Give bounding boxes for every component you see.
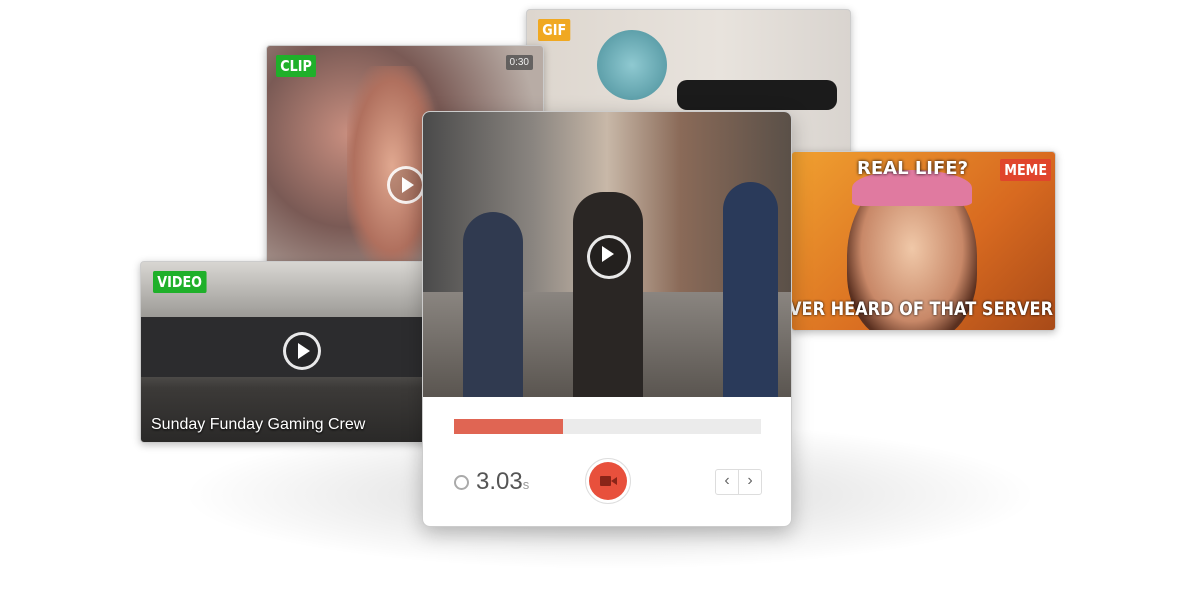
preview-person — [573, 192, 643, 397]
clip-duration: 0:30 — [505, 55, 533, 70]
video-camera-icon — [600, 476, 611, 486]
play-icon[interactable] — [387, 166, 425, 204]
time-value: 3.03 — [476, 468, 523, 495]
progress-fill — [454, 419, 563, 434]
video-caption: Sunday Funday Gaming Crew — [151, 416, 366, 433]
chevron-right-icon[interactable]: › — [739, 470, 761, 494]
record-button[interactable] — [585, 458, 631, 504]
meme-top-text: REAL LIFE? — [857, 158, 969, 179]
clip-badge: CLIP — [276, 55, 317, 77]
recorder-preview[interactable] — [423, 112, 791, 397]
play-icon[interactable] — [587, 235, 631, 279]
record-button-fill — [589, 462, 627, 500]
meme-bottom-text: EVER HEARD OF THAT SERVER — [791, 298, 1054, 320]
video-camera-lens — [611, 477, 617, 485]
progress-track[interactable] — [454, 419, 761, 434]
gif-image-figure — [677, 80, 837, 110]
elapsed-time: 3.03s — [476, 468, 529, 496]
video-card[interactable]: VIDEO Sunday Funday Gaming Crew — [140, 261, 432, 443]
gif-image — [597, 30, 667, 100]
meme-card[interactable]: REAL LIFE? MEME EVER HEARD OF THAT SERVE… — [791, 151, 1056, 331]
video-badge: VIDEO — [153, 271, 207, 293]
recorder-card: 3.03s ‹ › — [422, 111, 792, 527]
preview-person — [463, 212, 523, 397]
preview-person — [723, 182, 778, 397]
play-icon[interactable] — [283, 332, 321, 370]
nav-buttons: ‹ › — [715, 469, 762, 495]
gif-badge: GIF — [538, 19, 571, 41]
chevron-left-icon[interactable]: ‹ — [716, 470, 739, 494]
meme-badge: MEME — [1000, 159, 1052, 181]
clock-icon — [454, 475, 469, 490]
time-unit: s — [522, 477, 530, 492]
